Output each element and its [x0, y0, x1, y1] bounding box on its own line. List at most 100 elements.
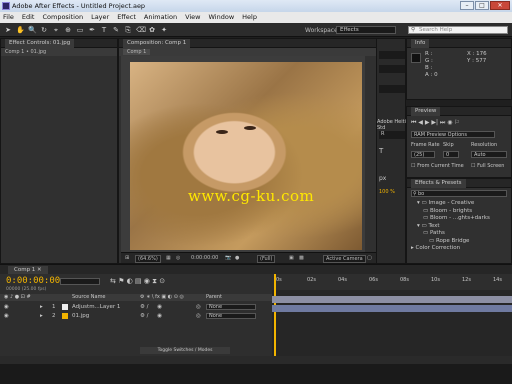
layer-number: 2 [52, 313, 56, 319]
rotate-tool-icon[interactable]: ↻ [40, 26, 48, 34]
camera-tool-icon[interactable]: ⌖ [52, 26, 60, 34]
eye-right [244, 126, 256, 130]
text-tool-icon[interactable]: T [100, 26, 108, 34]
panel-menu-icon-3[interactable] [379, 85, 405, 93]
pan-behind-tool-icon[interactable]: ⊕ [64, 26, 72, 34]
from-current-checkbox[interactable]: ☐ From Current Time [411, 163, 464, 169]
search-help-input[interactable]: ⚲ Search Help [408, 26, 508, 34]
preview-controls[interactable]: ⏮ ◀ ▶ ▶| ⏭ ◉ ⚐ [411, 119, 460, 127]
playhead[interactable] [274, 274, 276, 356]
zoom-tool-icon[interactable]: 🔍 [28, 26, 37, 34]
transparency-icon[interactable]: ▩ [299, 255, 304, 261]
menu-item-animation[interactable]: Animation [144, 12, 177, 23]
effect-controls-subtitle: Comp 1 • 01.jpg [1, 48, 117, 56]
visibility-icon[interactable]: ◉ [4, 303, 9, 311]
parent-pickwhip-icon[interactable]: ◎ [196, 303, 201, 311]
layer-name[interactable]: Adjustm...Layer 1 [72, 303, 120, 311]
brush-tool-icon[interactable]: ✎ [112, 26, 120, 34]
skip-field[interactable]: 0 [443, 151, 459, 158]
parent-select[interactable]: None [206, 313, 256, 319]
menu-item-help[interactable]: Help [242, 12, 257, 23]
view-layout-icon[interactable]: ▢ [367, 255, 372, 261]
info-panel: Info R : G : B : A : 0 X : 176 Y : 577 [406, 38, 512, 100]
tab-effects-presets[interactable]: Effects & Presets [411, 179, 466, 188]
resolution-select-preview[interactable]: Auto [471, 151, 507, 158]
panel-menu-icon[interactable] [379, 51, 405, 59]
font-family-field[interactable]: Adobe Heiti Std [377, 119, 407, 131]
puppet-tool-icon[interactable]: ✦ [160, 26, 168, 34]
clone-tool-icon[interactable]: ⎘ [124, 26, 132, 34]
timeline-search-input[interactable] [60, 278, 100, 285]
tab-effect-controls[interactable]: Effect Controls: 01.jpg [5, 39, 75, 48]
timeline-timecode[interactable]: 0:00:00:00 [6, 276, 60, 286]
panel-menu-icon-2[interactable] [379, 65, 405, 73]
menu-item-edit[interactable]: Edit [22, 12, 35, 23]
effects-tree-item[interactable]: ▾ ▭ Image - Creative [411, 200, 511, 208]
table-row[interactable]: ◉ ▸ 1 Adjustm...Layer 1 ⚙ ∕ ◉ ◎ None [0, 303, 272, 311]
effects-tree-item[interactable]: ▾ ▭ Text [411, 223, 511, 231]
resolution-select[interactable]: (Full) [257, 255, 276, 263]
expand-icon[interactable]: ▸ [40, 303, 43, 311]
menu-item-file[interactable]: File [3, 12, 14, 23]
effects-tree-item[interactable]: ▭ Paths [411, 230, 511, 238]
composition-viewer[interactable]: www.cg-ku.com [121, 56, 365, 252]
font-style-field[interactable]: R [379, 131, 405, 139]
toggle-switches-modes[interactable]: Toggle Switches / Modes [140, 347, 230, 354]
table-row[interactable]: ◉ ▸ 2 01.jpg ⚙ ∕ ◉ ◎ None [0, 312, 272, 320]
camera-select[interactable]: Active Camera [323, 255, 366, 263]
zoom-select[interactable]: (64.6%) [135, 255, 161, 263]
grid-icon[interactable]: ▦ [166, 255, 171, 261]
menu-item-view[interactable]: View [185, 12, 200, 23]
effects-tree-item[interactable]: ▭ Rope Bridge [411, 238, 511, 246]
full-screen-checkbox[interactable]: ☐ Full Screen [471, 163, 504, 169]
expand-icon[interactable]: ▸ [40, 312, 43, 320]
ruler-tick-label: 12s [462, 277, 471, 283]
mask-icon[interactable]: ◎ [176, 255, 180, 261]
visibility-icon[interactable]: ◉ [4, 312, 9, 320]
folder-icon: ▭ [429, 237, 436, 244]
eraser-tool-icon[interactable]: ⌫ [136, 26, 146, 34]
layer-bar-image[interactable] [272, 305, 512, 312]
menu-item-layer[interactable]: Layer [91, 12, 109, 23]
effects-tree-item[interactable]: ▭ Bloom - brights [411, 208, 511, 216]
parent-pickwhip-icon[interactable]: ◎ [196, 312, 201, 320]
selection-tool-icon[interactable]: ➤ [4, 26, 12, 34]
effects-tree-item[interactable]: ▸ Color Correction [411, 245, 511, 253]
always-preview-icon[interactable]: ⊞ [125, 255, 129, 261]
snapshot-icon[interactable]: 📷 [225, 255, 231, 261]
menu-item-composition[interactable]: Composition [42, 12, 83, 23]
tab-comp-1[interactable]: Comp 1 ✕ [8, 266, 48, 274]
comp-subtab[interactable]: Comp 1 [119, 48, 405, 56]
roto-brush-icon[interactable]: ✿ [148, 26, 156, 34]
ram-preview-options[interactable]: RAM Preview Options [411, 131, 495, 138]
minimize-button[interactable]: – [460, 1, 474, 10]
layer-bar-adjustment[interactable] [272, 296, 512, 303]
effects-search-input[interactable]: ⚲ bo [411, 190, 507, 197]
region-icon[interactable]: ▣ [289, 255, 294, 261]
workspace-select[interactable]: Effects [336, 26, 396, 34]
pen-tool-icon[interactable]: ✒ [88, 26, 96, 34]
color-channel-icon[interactable]: ● [235, 255, 239, 261]
layer-name[interactable]: 01.jpg [72, 312, 89, 320]
layer-switches[interactable]: ⚙ ∕ ◉ [140, 312, 162, 320]
status-bar [0, 356, 512, 364]
leading-value[interactable]: 100 % [379, 189, 395, 195]
tab-composition[interactable]: Composition: Comp 1 [123, 39, 191, 48]
timeline-tool-icons[interactable]: ⇆ ⚑ ◐ ▤ ◉ ⧗ ⊙ [110, 277, 165, 286]
time-ruler[interactable]: 0s 02s 04s 06s 08s 10s 12s 14s [272, 274, 512, 290]
menu-item-window[interactable]: Window [209, 12, 235, 23]
close-button[interactable]: ✕ [490, 1, 510, 10]
ruler-tick-label: 14s [493, 277, 502, 283]
tab-info[interactable]: Info [411, 39, 430, 48]
frame-rate-select[interactable]: (25) [411, 151, 435, 158]
menu-item-effect[interactable]: Effect [117, 12, 136, 23]
effects-tree-item[interactable]: ▭ Bloom - ...ghts+darks [411, 215, 511, 223]
hand-tool-icon[interactable]: ✋ [16, 26, 25, 34]
layer-type-icon [62, 304, 68, 310]
maximize-button[interactable]: □ [475, 1, 489, 10]
parent-select[interactable]: None [206, 304, 256, 310]
layer-switches[interactable]: ⚙ ∕ ◉ [140, 303, 162, 311]
tab-preview[interactable]: Preview [411, 107, 441, 116]
comp-timecode[interactable]: 0:00:00:00 [191, 255, 218, 261]
rectangle-tool-icon[interactable]: ▭ [76, 26, 84, 34]
